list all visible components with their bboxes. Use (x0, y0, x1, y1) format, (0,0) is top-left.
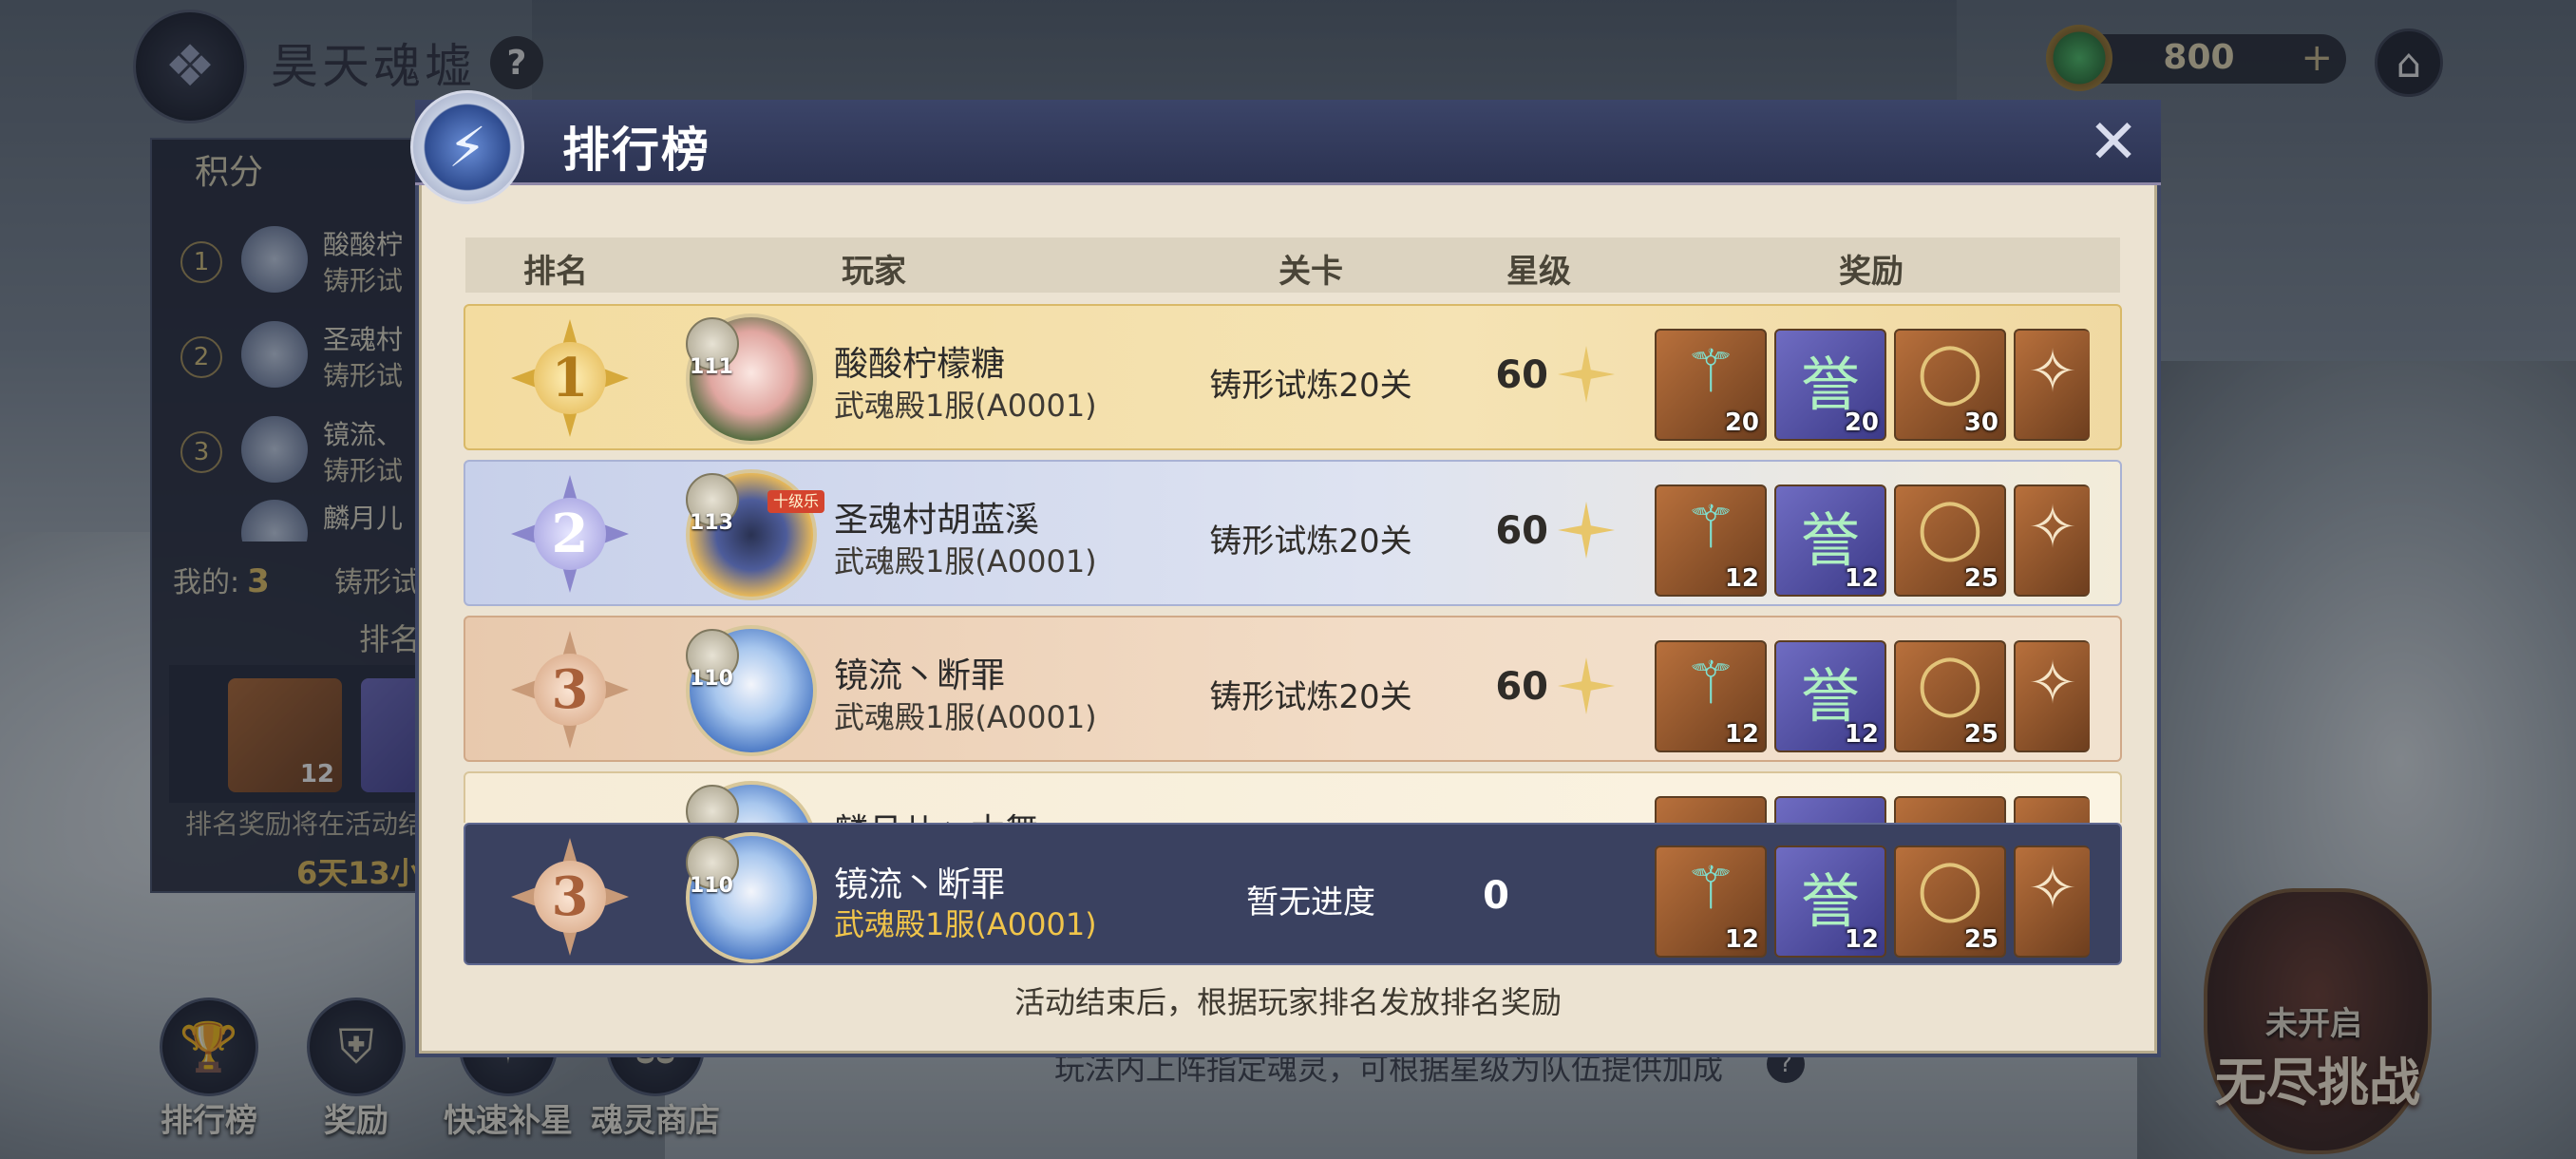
reward-qty: 12 (1844, 564, 1879, 593)
column-player: 玩家 (842, 253, 906, 291)
player-level: 110 (690, 874, 733, 898)
reward-qty: 12 (1724, 564, 1759, 593)
table-row[interactable]: 3 110 镜流丶断罪 武魂殿1服(A0001) 铸形试炼20关 60 ⚚ 12 … (464, 616, 2122, 762)
star-icon (1558, 657, 1615, 714)
bag-icon: ✧ (2028, 336, 2077, 406)
bag-icon: ✧ (2028, 648, 2077, 717)
player-level: 111 (690, 355, 733, 379)
player-stars: 60 (1495, 509, 1548, 553)
column-stars: 星级 (1506, 253, 1571, 291)
rank-number: 1 (551, 347, 589, 409)
player-name: 酸酸柠檬糖 (834, 345, 1006, 384)
player-server: 武魂殿1服(A0001) (834, 699, 1097, 735)
player-stage: 铸形试炼20关 (1209, 678, 1412, 716)
reward-qty: 25 (1963, 720, 1998, 749)
reward-qty: 12 (1724, 720, 1759, 749)
star-icon (1558, 346, 1615, 403)
reward-item[interactable]: 誉 12 (1774, 846, 1886, 958)
column-rank: 排名 (523, 253, 588, 291)
reward-qty: 25 (1963, 925, 1998, 954)
player-name: 麟月儿丶木舞 (834, 804, 1039, 823)
player-stars: 60 (1495, 353, 1548, 397)
reward-qty: 20 (1844, 408, 1879, 437)
rank-number: 3 (551, 865, 589, 928)
player-server: 武魂殿1服(A0001) (834, 543, 1097, 580)
reward-item[interactable]: ◯ 25 (1894, 846, 2006, 958)
reward-item[interactable]: ✧ (2014, 329, 2090, 441)
player-level: 113 (690, 511, 733, 535)
reward-item[interactable]: ✧ (2014, 484, 2090, 597)
ring-icon: ◯ (1917, 648, 1983, 717)
player-name: 圣魂村胡蓝溪 (834, 501, 1040, 540)
rank-badge: 2 (511, 475, 629, 593)
close-icon[interactable]: ✕ (2080, 109, 2147, 176)
reward-qty: 12 (1844, 925, 1879, 954)
bag-icon: ✧ (2028, 853, 2077, 922)
reward-qty: 20 (1724, 408, 1759, 437)
reward-qty: 25 (1963, 564, 1998, 593)
reward-item[interactable]: ◯ 30 (1894, 329, 2006, 441)
modal-title: 排行榜 (562, 122, 710, 178)
table-row[interactable]: 麟月儿丶木舞 (464, 771, 2122, 823)
reward-item[interactable]: ◯ 25 (1894, 640, 2006, 752)
reward-qty: 30 (1963, 408, 1998, 437)
rank-badge: 3 (511, 631, 629, 749)
ring-icon: ◯ (1917, 853, 1983, 922)
reward-item[interactable] (1774, 796, 1886, 823)
staff-icon: ⚚ (1684, 492, 1737, 561)
column-rewards: 奖励 (1839, 253, 1904, 291)
reward-item[interactable]: ⚚ 12 (1655, 640, 1767, 752)
reward-item[interactable]: ✧ (2014, 846, 2090, 958)
rank-badge: 1 (511, 319, 629, 437)
player-name: 镜流丶断罪 (834, 656, 1006, 695)
reward-qty: 12 (1724, 925, 1759, 954)
staff-icon: ⚚ (1684, 648, 1737, 717)
reward-item[interactable]: ◯ 25 (1894, 484, 2006, 597)
table-row[interactable]: 1 111 酸酸柠檬糖 武魂殿1服(A0001) 铸形试炼20关 60 ⚚ 20 … (464, 304, 2122, 450)
player-stage: 铸形试炼20关 (1209, 367, 1412, 405)
ring-icon: ◯ (1917, 336, 1983, 406)
reward-item[interactable] (2014, 796, 2090, 823)
reward-item[interactable] (1894, 796, 2006, 823)
player-stars: 60 (1495, 665, 1548, 709)
my-rank-row[interactable]: 3 110 镜流丶断罪 武魂殿1服(A0001) 暂无进度 0 ⚚ 12 誉 12 … (464, 823, 2122, 965)
table-header: 排名 玩家 关卡 星级 奖励 (465, 238, 2120, 293)
player-stage: 暂无进度 (1246, 884, 1375, 922)
staff-icon: ⚚ (1684, 853, 1737, 922)
ring-icon: ◯ (1917, 492, 1983, 561)
ranking-list[interactable]: 1 111 酸酸柠檬糖 武魂殿1服(A0001) 铸形试炼20关 60 ⚚ 20 … (464, 302, 2124, 823)
reward-item[interactable]: 誉 12 (1774, 484, 1886, 597)
column-stage: 关卡 (1279, 253, 1343, 291)
reward-item[interactable]: ⚚ 20 (1655, 329, 1767, 441)
player-server: 武魂殿1服(A0001) (834, 388, 1097, 424)
player-server: 武魂殿1服(A0001) (834, 906, 1097, 942)
player-stage: 铸形试炼20关 (1209, 522, 1412, 560)
rank-badge: 3 (511, 838, 629, 956)
reward-item[interactable]: ✧ (2014, 640, 2090, 752)
reward-item[interactable]: 誉 20 (1774, 329, 1886, 441)
reward-item[interactable]: 誉 12 (1774, 640, 1886, 752)
lightning-emblem-icon: ⚡ (410, 90, 524, 204)
staff-icon: ⚚ (1684, 336, 1737, 406)
rank-number: 3 (551, 658, 589, 721)
reward-footer-note: 活动结束后，根据玩家排名发放排名奖励 (1013, 984, 1562, 1020)
table-row[interactable]: 2 113 十级乐 圣魂村胡蓝溪 武魂殿1服(A0001) 铸形试炼20关 60… (464, 460, 2122, 606)
star-icon (1558, 502, 1615, 559)
reward-qty: 12 (1844, 720, 1879, 749)
rank-number: 2 (551, 503, 589, 565)
player-tag: 十级乐 (767, 490, 825, 513)
bag-icon: ✧ (2028, 492, 2077, 561)
player-level: 110 (690, 667, 733, 691)
player-name: 镜流丶断罪 (834, 865, 1006, 904)
player-stars: 0 (1483, 874, 1509, 918)
reward-item[interactable] (1655, 796, 1767, 823)
reward-item[interactable]: ⚚ 12 (1655, 484, 1767, 597)
reward-item[interactable]: ⚚ 12 (1655, 846, 1767, 958)
